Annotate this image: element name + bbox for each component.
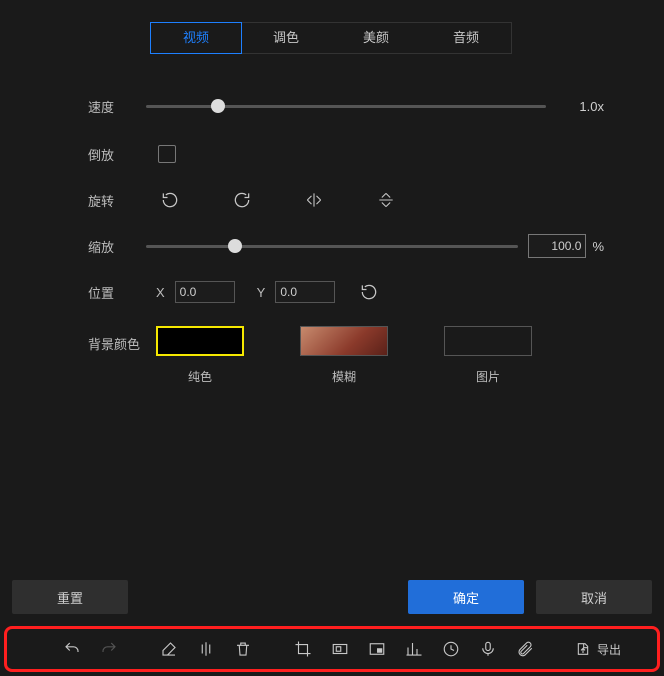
position-x-label: X [156, 285, 165, 300]
pip-icon[interactable] [367, 639, 387, 659]
tab-color[interactable]: 调色 [241, 23, 331, 53]
label-speed: 速度 [88, 97, 146, 116]
crop-icon[interactable] [293, 639, 313, 659]
export-label: 导出 [597, 641, 621, 658]
label-scale: 缩放 [88, 237, 146, 256]
bg-image-swatch[interactable] [444, 326, 532, 356]
position-x-input[interactable] [175, 281, 235, 303]
bg-blur-swatch[interactable] [300, 326, 388, 356]
position-y-input[interactable] [275, 281, 335, 303]
ok-button[interactable]: 确定 [408, 580, 524, 614]
position-reset-icon[interactable] [357, 280, 381, 304]
export-button[interactable]: 导出 [575, 641, 621, 658]
flip-horizontal-icon[interactable] [302, 188, 326, 212]
label-rotate: 旋转 [88, 191, 146, 210]
scale-input[interactable] [528, 234, 586, 258]
aspect-icon[interactable] [330, 639, 350, 659]
label-reverse: 倒放 [88, 145, 146, 164]
bg-solid-swatch[interactable] [156, 326, 244, 356]
reverse-checkbox[interactable] [158, 145, 176, 163]
tab-audio[interactable]: 音频 [421, 23, 511, 53]
attach-icon[interactable] [515, 639, 535, 659]
voice-icon[interactable] [478, 639, 498, 659]
position-y-label: Y [257, 285, 266, 300]
scale-unit: % [592, 239, 604, 254]
timeline-toolbar: 导出 [4, 626, 660, 672]
undo-icon[interactable] [62, 639, 82, 659]
split-icon[interactable] [196, 639, 216, 659]
tab-beauty[interactable]: 美颜 [331, 23, 421, 53]
reset-button[interactable]: 重置 [12, 580, 128, 614]
bg-blur-label: 模糊 [332, 368, 356, 385]
delete-icon[interactable] [233, 639, 253, 659]
bg-image-label: 图片 [476, 368, 500, 385]
cancel-button[interactable]: 取消 [536, 580, 652, 614]
label-position: 位置 [88, 283, 146, 302]
tab-video[interactable]: 视频 [150, 22, 242, 54]
speed-tool-icon[interactable] [441, 639, 461, 659]
label-bgcolor: 背景颜色 [88, 334, 146, 353]
scale-slider[interactable] [146, 232, 518, 260]
rotate-cw-icon[interactable] [230, 188, 254, 212]
redo-icon[interactable] [99, 639, 119, 659]
speed-slider[interactable] [146, 92, 546, 120]
edit-icon[interactable] [159, 639, 179, 659]
stats-icon[interactable] [404, 639, 424, 659]
flip-vertical-icon[interactable] [374, 188, 398, 212]
bg-solid-label: 纯色 [188, 368, 212, 385]
rotate-ccw-icon[interactable] [158, 188, 182, 212]
property-tabs: 视频 调色 美颜 音频 [150, 22, 512, 54]
speed-value: 1.0x [564, 99, 604, 114]
